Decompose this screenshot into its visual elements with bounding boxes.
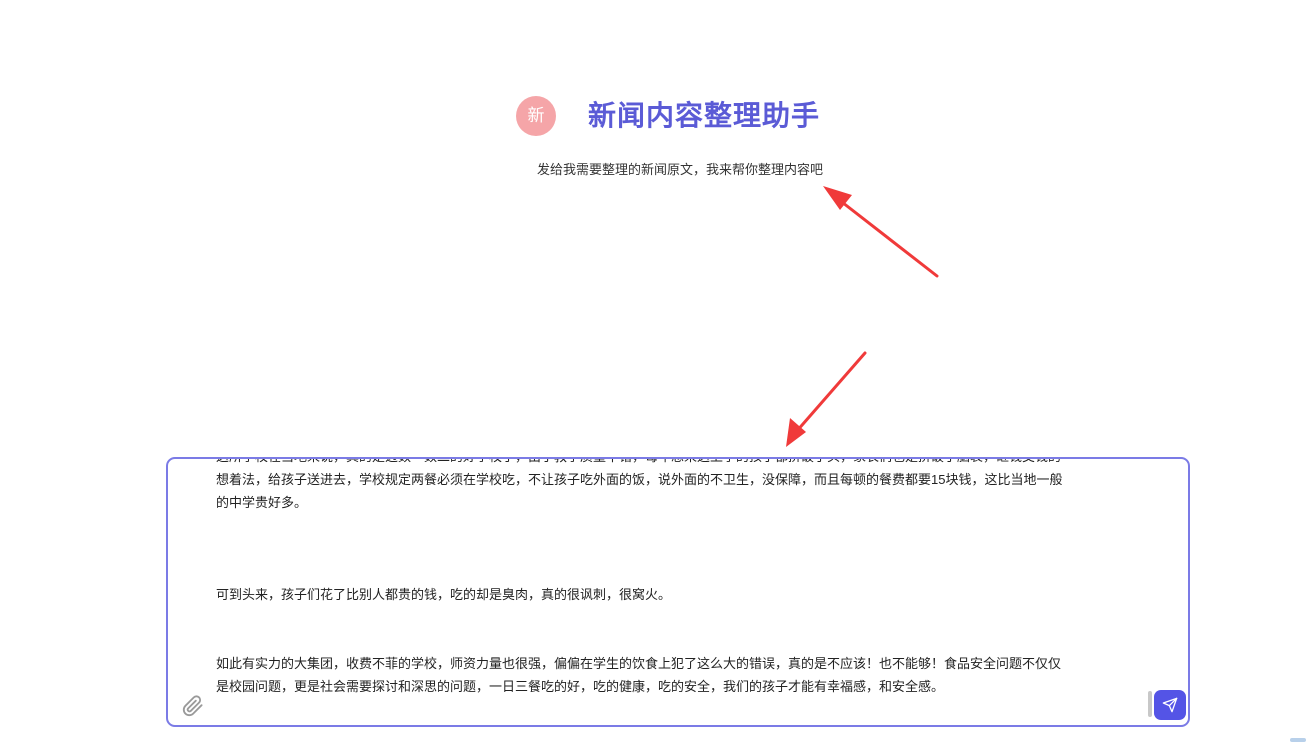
page-title: 新闻内容整理助手 <box>588 100 821 131</box>
assistant-avatar: 新 <box>516 96 556 136</box>
input-line-5: 如此有实力的大集团，收费不菲的学校，师资力量也很强，偏偏在学生的饮食上犯了这么大… <box>216 656 1062 671</box>
arrow-to-input <box>786 351 867 447</box>
message-input-area[interactable]: 这所学校在当地来说，真的是迈数一数二的好学校了，由于教学质量不错，每年想来这上学… <box>166 457 1190 727</box>
input-line-6: 是校园问题，更是社会需要探讨和深思的问题，一日三餐吃的好，吃的健康，吃的安全，我… <box>216 679 945 694</box>
assistant-description: 发给我需要整理的新闻原文，我来帮你整理内容吧 <box>536 162 823 177</box>
input-scrollbar[interactable] <box>1148 691 1152 717</box>
send-icon <box>1162 697 1178 713</box>
input-line-3: 的中学贵好多。 <box>216 495 308 510</box>
chat-page: 新 新闻内容整理助手 发给我需要整理的新闻原文，我来帮你整理内容吧 这所学校在当… <box>0 0 1310 745</box>
message-input-text[interactable]: 这所学校在当地来说，真的是迈数一数二的好学校了，由于教学质量不错，每年想来这上学… <box>216 459 1138 698</box>
input-line-1: 这所学校在当地来说，真的是迈数一数二的好学校了，由于教学质量不错，每年想来这上学… <box>216 459 1138 468</box>
input-line-4: 可到头来，孩子们花了比别人都贵的钱，吃的却是臭肉，真的很讽刺，很窝火。 <box>216 587 672 602</box>
assistant-header: 新 新闻内容整理助手 <box>0 96 1310 136</box>
send-button[interactable] <box>1154 690 1186 720</box>
input-line-2: 想着法，给孩子送进去，学校规定两餐必须在学校吃，不让孩子吃外面的饭，说外面的不卫… <box>216 472 1063 487</box>
corner-indicator <box>1290 738 1306 742</box>
arrow-to-subtitle <box>823 186 939 278</box>
paperclip-icon[interactable] <box>182 695 204 717</box>
